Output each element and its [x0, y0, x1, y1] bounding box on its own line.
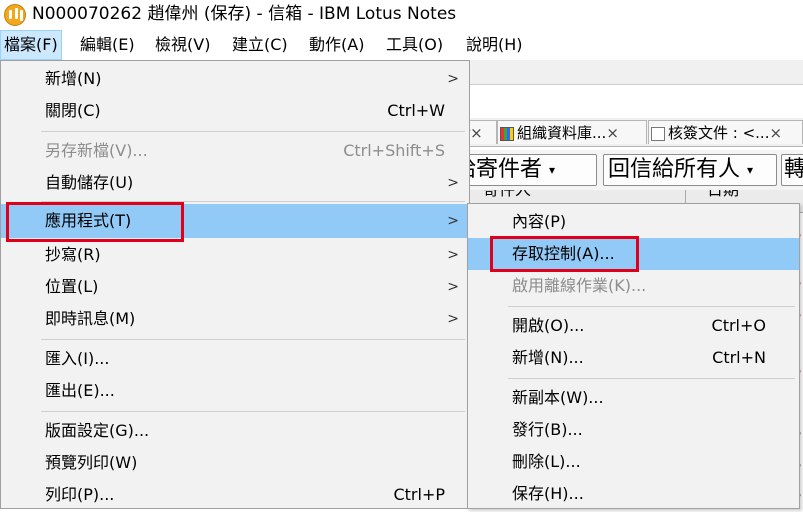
menu-separator: [41, 411, 465, 412]
menu-item-label: 自動儲存(U): [45, 173, 134, 192]
tab-label: 核簽文件 : <...: [668, 124, 770, 142]
menu-item-replicate[interactable]: 抄寫(R) >: [1, 239, 469, 271]
menu-separator: [41, 131, 465, 132]
menu-item-shortcut: Ctrl+Shift+S: [343, 141, 445, 160]
chevron-right-icon: >: [447, 175, 459, 191]
menu-separator: [41, 339, 465, 340]
menu-item-label: 應用程式(T): [45, 211, 132, 230]
menu-item-label: 刪除(L)...: [512, 452, 581, 471]
chevron-right-icon: >: [447, 279, 459, 295]
menu-help[interactable]: 說明(H): [463, 30, 526, 60]
menu-edit[interactable]: 編輯(E): [77, 30, 138, 60]
menu-item-access-control[interactable]: 存取控制(A)...: [468, 238, 799, 270]
chevron-down-icon: ▾: [549, 163, 556, 177]
menu-item-save-as: 另存新檔(V)... Ctrl+Shift+S: [1, 135, 469, 167]
menu-item-label: 開啟(O)...: [512, 316, 585, 335]
column-date[interactable]: 日期: [707, 190, 739, 200]
menu-item-application[interactable]: 應用程式(T) >: [1, 204, 469, 238]
tab-signoff-doc[interactable]: 核簽文件 : <...×: [648, 120, 803, 144]
menu-item-properties[interactable]: 內容(P): [468, 206, 799, 238]
menu-item-label: 新增(N)...: [512, 348, 584, 367]
menu-action[interactable]: 動作(A): [306, 30, 367, 60]
menu-item-instant-message[interactable]: 即時訊息(M) >: [1, 303, 469, 335]
button-label: 轉: [784, 157, 803, 182]
menu-item-label: 即時訊息(M): [45, 309, 136, 328]
menu-item-label: 版面設定(G)...: [45, 421, 150, 440]
close-icon[interactable]: ×: [470, 124, 483, 142]
menu-item-archive[interactable]: 保存(H)...: [468, 478, 799, 510]
menu-item-label: 內容(P): [512, 212, 567, 231]
window-tabs: r× 組織資料庫...× 核簽文件 : <...×: [463, 118, 803, 147]
reply-to-sender-button[interactable]: 給寄件者 ▾: [453, 154, 597, 186]
document-icon: [651, 126, 665, 141]
chevron-right-icon: >: [447, 71, 459, 87]
menu-item-shortcut: Ctrl+O: [711, 316, 766, 335]
menu-item-label: 另存新檔(V)...: [45, 141, 148, 160]
org-chart-icon: [500, 126, 514, 141]
menu-item-close[interactable]: 關閉(C) Ctrl+W: [1, 95, 469, 127]
column-sender[interactable]: 寄件人: [483, 190, 531, 200]
tab-label: 組織資料庫...: [517, 124, 607, 142]
menu-tools[interactable]: 工具(O): [383, 30, 446, 60]
menu-item-print-preview[interactable]: 預覽列印(W): [1, 447, 469, 479]
menu-item-shortcut: Ctrl+W: [387, 101, 445, 120]
menu-view[interactable]: 檢視(V): [152, 30, 213, 60]
menu-item-offline: 啟用離線作業(K)...: [468, 270, 799, 302]
menu-item-print[interactable]: 列印(P)... Ctrl+P: [1, 479, 469, 511]
close-icon[interactable]: ×: [606, 124, 619, 142]
menu-item-label: 關閉(C): [45, 101, 101, 120]
menu-item-new-app[interactable]: 新增(N)... Ctrl+N: [468, 342, 799, 374]
menu-item-new-copy[interactable]: 新副本(W)...: [468, 382, 799, 414]
menu-item-location[interactable]: 位置(L) >: [1, 271, 469, 303]
file-menu: 新增(N) > 關閉(C) Ctrl+W 另存新檔(V)... Ctrl+Shi…: [0, 60, 470, 509]
forward-button[interactable]: 轉: [781, 154, 803, 186]
menu-item-page-setup[interactable]: 版面設定(G)...: [1, 415, 469, 447]
title-bar: N000070262 趙偉州 (保存) - 信箱 - IBM Lotus Not…: [0, 0, 803, 30]
menu-item-new[interactable]: 新增(N) >: [1, 63, 469, 95]
menu-create[interactable]: 建立(C): [229, 30, 291, 60]
menu-item-label: 列印(P)...: [45, 485, 115, 504]
chevron-right-icon: >: [447, 311, 459, 327]
chevron-right-icon: >: [447, 247, 459, 263]
lotus-notes-icon[interactable]: [4, 4, 26, 26]
menu-item-label: 匯入(I)...: [45, 349, 110, 368]
menu-separator: [41, 201, 465, 202]
menu-item-label: 位置(L): [45, 277, 99, 296]
menu-item-export[interactable]: 匯出(E)...: [1, 375, 469, 407]
action-bar: 給寄件者 ▾ 回信給所有人 ▾ 轉: [453, 150, 803, 191]
chevron-down-icon: ▾: [747, 163, 754, 177]
application-submenu: 內容(P) 存取控制(A)... 啟用離線作業(K)... 開啟(O)... C…: [467, 203, 800, 509]
menu-bar: 檔案(F) 編輯(E) 檢視(V) 建立(C) 動作(A) 工具(O) 說明(H…: [0, 30, 803, 60]
close-icon[interactable]: ×: [769, 124, 782, 142]
menu-item-import[interactable]: 匯入(I)...: [1, 343, 469, 375]
menu-item-label: 發行(B)...: [512, 420, 583, 439]
menu-item-label: 新副本(W)...: [512, 388, 604, 407]
menu-item-label: 存取控制(A)...: [512, 244, 615, 263]
tab-org-database[interactable]: 組織資料庫...×: [497, 120, 647, 144]
button-label: 回信給所有人: [608, 157, 741, 182]
menu-item-label: 匯出(E)...: [45, 381, 115, 400]
menu-item-shortcut: Ctrl+P: [393, 485, 445, 504]
menu-item-label: 新增(N): [45, 69, 102, 88]
menu-file[interactable]: 檔案(F): [0, 30, 62, 60]
menu-item-label: 保存(H)...: [512, 484, 584, 503]
menu-item-publish[interactable]: 發行(B)...: [468, 414, 799, 446]
chevron-right-icon: >: [447, 213, 459, 229]
toolbar-strip: [465, 60, 803, 85]
menu-item-label: 抄寫(R): [45, 245, 101, 264]
menu-item-shortcut: Ctrl+N: [712, 348, 766, 367]
menu-separator: [508, 378, 795, 379]
menu-item-label: 啟用離線作業(K)...: [512, 276, 647, 295]
menu-separator: [508, 306, 795, 307]
reply-all-button[interactable]: 回信給所有人 ▾: [603, 154, 777, 186]
menu-item-autosave[interactable]: 自動儲存(U) >: [1, 167, 469, 199]
window-title: N000070262 趙偉州 (保存) - 信箱 - IBM Lotus Not…: [32, 4, 457, 24]
menu-item-delete[interactable]: 刪除(L)...: [468, 446, 799, 478]
menu-item-label: 預覽列印(W): [45, 453, 138, 472]
menu-item-open[interactable]: 開啟(O)... Ctrl+O: [468, 310, 799, 342]
